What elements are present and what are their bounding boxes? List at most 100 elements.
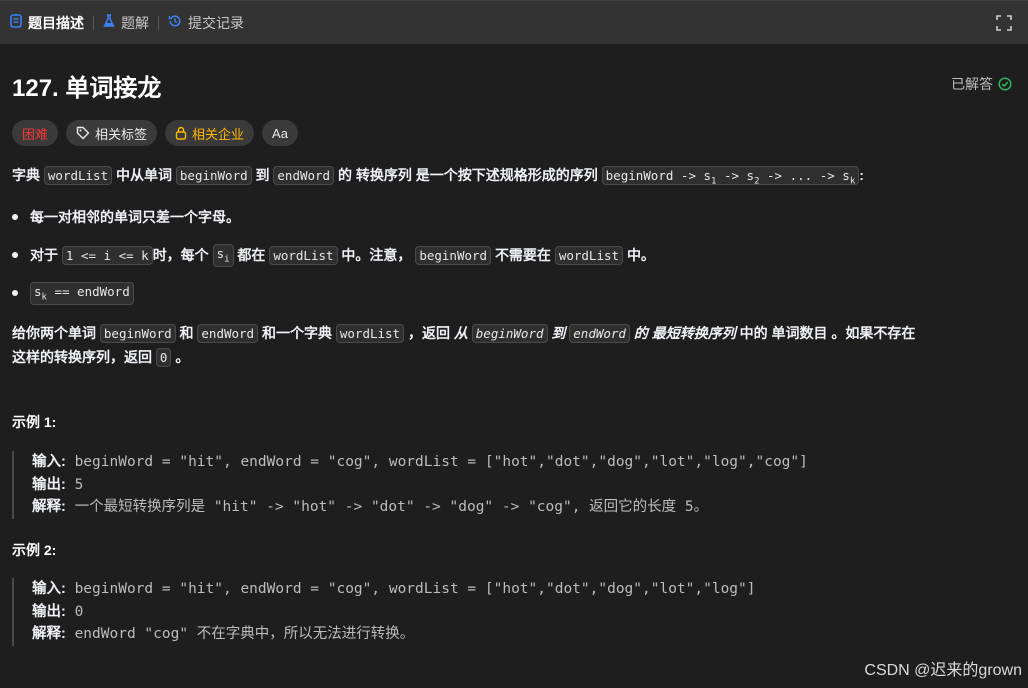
- explain-value: endWord "cog" 不在字典中，所以无法进行转换。: [74, 626, 415, 642]
- difficulty-badge: 困难: [12, 120, 59, 146]
- subscript: k: [849, 176, 856, 187]
- tab-solutions-label: 题解: [121, 14, 149, 31]
- text: 到: [255, 167, 270, 183]
- explain-value: 一个最短转换序列是 "hit" -> "hot" -> "dot" -> "do…: [74, 499, 709, 515]
- difficulty-label: 困难: [22, 126, 49, 142]
- tab-submissions-label: 提交记录: [188, 14, 244, 31]
- inline-code: endWord: [273, 166, 335, 185]
- fullscreen-icon[interactable]: [996, 15, 1012, 31]
- output-value: 5: [74, 476, 84, 493]
- inline-code: wordList: [554, 245, 624, 265]
- inline-code: 1 <= i <= k: [61, 245, 153, 265]
- description-paragraph-1: 字典 wordList 中从单词 beginWord 到 endWord 的 转…: [12, 165, 864, 187]
- solved-status: 已解答: [951, 74, 1012, 94]
- inline-code: beginWord: [471, 324, 548, 343]
- inline-code: beginWord -> s1 -> s2 -> ... -> sk: [601, 166, 860, 187]
- problem-title: 127. 单词接龙: [12, 75, 162, 102]
- text: :: [859, 167, 864, 183]
- example-1-output-line: 输出: 5: [32, 474, 1016, 497]
- tag-icon: [76, 126, 90, 140]
- example-1-explain-line: 解释: 一个最短转换序列是 "hit" -> "hot" -> "dot" ->…: [32, 496, 1016, 519]
- example-2-block: 输入: beginWord = "hit", endWord = "cog", …: [12, 578, 1016, 646]
- tab-bar: 题目描述 题解 提交记录: [0, 0, 1028, 44]
- code-part: beginWord -> s: [605, 168, 712, 183]
- output-label: 输出:: [32, 476, 66, 493]
- flask-icon: [103, 14, 115, 31]
- text: 不需要在: [494, 247, 551, 264]
- inline-code: beginWord: [175, 166, 252, 185]
- text: 都在: [237, 247, 266, 264]
- inline-code: 0: [155, 348, 172, 367]
- check-circle-icon: [998, 77, 1012, 91]
- emphasis-text: 转换序列: [355, 167, 412, 183]
- list-item: 对于 1 <= i <= k 时，每个 si 都在 wordList 中。注意，…: [12, 244, 655, 267]
- text: 中。注意，: [341, 247, 412, 264]
- text: 是一个按下述规格形成的序列: [415, 167, 598, 183]
- example-2-output-line: 输出: 0: [32, 601, 1016, 624]
- description-paragraph-2: 给你两个单词 beginWord 和 endWord 和一个字典 wordLis…: [12, 323, 915, 343]
- inline-code: beginWord: [415, 245, 492, 265]
- text: 的: [337, 167, 352, 183]
- text: 中的: [739, 325, 768, 341]
- lock-icon: [175, 126, 187, 140]
- text: 这样的转换序列，返回: [12, 349, 152, 365]
- description-paragraph-2-line-2: 这样的转换序列，返回 0 。: [12, 347, 189, 367]
- example-2-explain-line: 解释: endWord "cog" 不在字典中，所以无法进行转换。: [32, 623, 1016, 646]
- list-item: sk == endWord: [12, 282, 134, 305]
- code-part: -> s: [716, 168, 755, 183]
- tab-description-label: 题目描述: [28, 14, 84, 31]
- bullet-dot: [12, 252, 18, 259]
- text: 对于: [30, 247, 58, 264]
- tab-solutions[interactable]: 题解: [103, 1, 149, 45]
- subscript: i: [224, 254, 230, 265]
- inline-code: wordList: [269, 245, 338, 265]
- emphasis-text: 的: [633, 325, 648, 341]
- text: 和一个字典: [261, 325, 332, 341]
- input-label: 输入:: [32, 454, 66, 470]
- text: 中。: [626, 247, 655, 264]
- code-part: s: [216, 246, 225, 261]
- inline-code: endWord: [197, 324, 259, 343]
- inline-code: wordList: [43, 166, 113, 185]
- example-1-block: 输入: beginWord = "hit", endWord = "cog", …: [12, 451, 1016, 519]
- tab-divider: [93, 15, 94, 30]
- emphasis-text: 从: [453, 325, 468, 341]
- translate-icon: Aa: [272, 125, 288, 141]
- inline-code: wordList: [335, 324, 405, 343]
- explain-label: 解释:: [32, 626, 66, 642]
- text: 和: [179, 325, 194, 341]
- input-value: beginWord = "hit", endWord = "cog", word…: [74, 581, 756, 597]
- related-companies-button[interactable]: 相关企业: [165, 120, 255, 146]
- tab-description[interactable]: 题目描述: [10, 1, 84, 45]
- input-value: beginWord = "hit", endWord = "cog", word…: [74, 454, 808, 470]
- bullet-dot: [12, 214, 18, 220]
- tag-row: 困难 相关标签 相关企业 Aa: [12, 120, 298, 146]
- translate-button[interactable]: Aa: [262, 120, 298, 146]
- input-label: 输入:: [32, 581, 66, 597]
- text: 。: [175, 349, 190, 365]
- watermark: CSDN @迟来的grown: [864, 662, 1022, 679]
- inline-code: si: [212, 244, 234, 267]
- code-part: s: [34, 284, 42, 299]
- code-part: == endWord: [46, 284, 130, 299]
- code-part: -> ... -> s: [759, 168, 850, 183]
- example-1-title: 示例 1:: [12, 414, 57, 430]
- text: 中从单词: [116, 167, 172, 183]
- bullet-dot: [12, 290, 18, 297]
- related-companies-label: 相关企业: [192, 126, 245, 142]
- emphasis-text: 单词数目: [771, 325, 828, 341]
- related-tags-label: 相关标签: [95, 126, 148, 142]
- text: 时，每个: [152, 247, 209, 264]
- explain-label: 解释:: [32, 499, 66, 515]
- inline-code: beginWord: [99, 324, 176, 343]
- history-icon: [168, 14, 182, 31]
- related-tags-button[interactable]: 相关标签: [66, 120, 158, 146]
- list-item: 每一对相邻的单词只差一个字母。: [12, 207, 240, 227]
- example-2-title: 示例 2:: [12, 542, 57, 558]
- text: 每一对相邻的单词只差一个字母。: [30, 209, 240, 225]
- emphasis-text: 到: [551, 325, 566, 341]
- tab-submissions[interactable]: 提交记录: [168, 1, 244, 45]
- document-icon: [10, 14, 22, 31]
- output-label: 输出:: [32, 603, 66, 620]
- text: ，返回: [407, 325, 450, 341]
